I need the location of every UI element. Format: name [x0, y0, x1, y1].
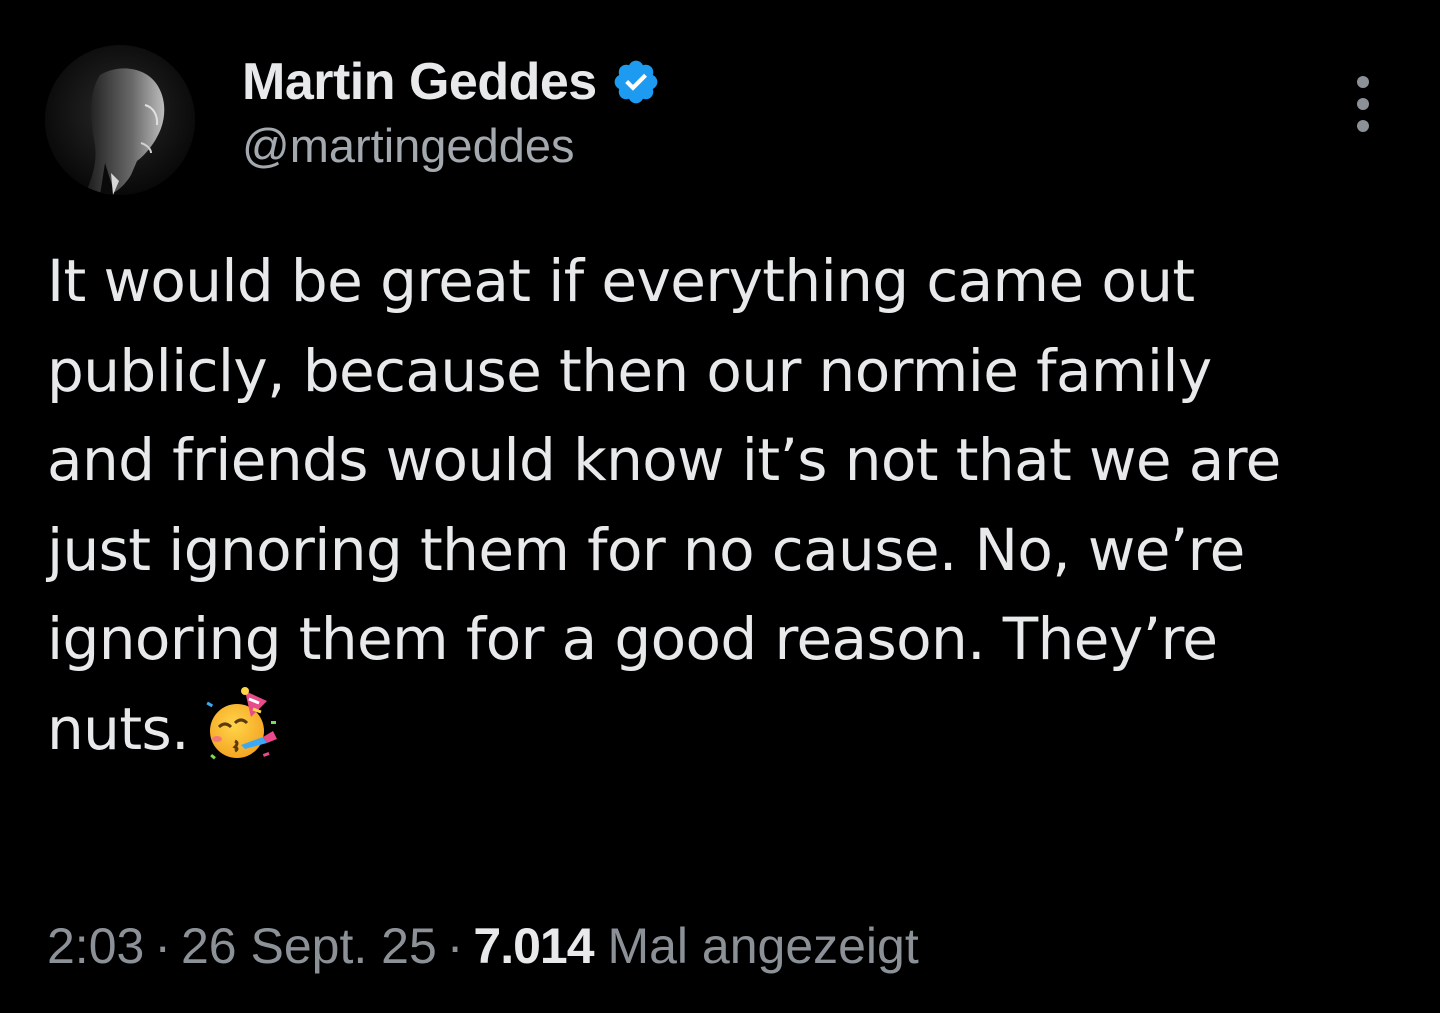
name-row: Martin Geddes [242, 50, 661, 114]
views-label: Mal angezeigt [607, 918, 919, 974]
views-count[interactable]: 7.014 [473, 918, 594, 974]
display-name[interactable]: Martin Geddes [242, 50, 597, 114]
tweet-meta: 2:03 · 26 Sept. 25 · 7.014 Mal angezeigt [47, 914, 919, 978]
tweet-text-line: nuts. [47, 694, 190, 763]
tweet-date[interactable]: 26 Sept. 25 [181, 918, 437, 974]
partying-face-emoji-icon [201, 686, 281, 767]
tweet-text-line: and friends would know it’s not that we … [47, 426, 1281, 494]
tweet-text: It would be great if everything came out… [47, 237, 1417, 774]
more-dot [1357, 76, 1369, 88]
tweet-text-last-line: nuts. [47, 685, 1417, 775]
more-dot [1357, 98, 1369, 110]
tweet: Martin Geddes @martingeddes It would be … [0, 0, 1440, 1013]
avatar-photo [45, 45, 195, 195]
verified-badge-icon [611, 57, 661, 107]
tweet-text-line: publicly, because then our normie family [47, 336, 1212, 405]
handle[interactable]: @martingeddes [242, 116, 661, 176]
author-info: Martin Geddes @martingeddes [242, 50, 661, 176]
tweet-time[interactable]: 2:03 [47, 918, 144, 974]
tweet-text-line: just ignoring them for no cause. No, we’… [47, 515, 1245, 584]
meta-separator: · [154, 918, 171, 974]
meta-separator: · [446, 918, 464, 974]
tweet-text-line: ignoring them for a good reason. They’re [47, 605, 1218, 673]
more-vertical-icon[interactable] [1343, 76, 1383, 132]
avatar[interactable] [45, 45, 195, 195]
more-dot [1357, 120, 1369, 132]
tweet-text-line: It would be great if everything came out [47, 247, 1195, 315]
